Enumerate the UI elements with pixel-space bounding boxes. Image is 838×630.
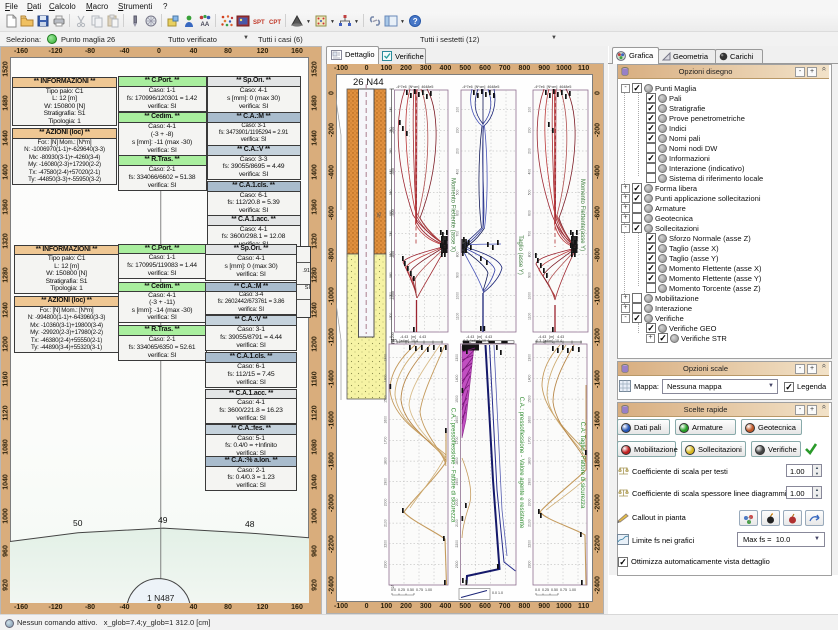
svg-text:1100: 1100	[528, 313, 532, 320]
svg-text:1800: 1800	[455, 457, 459, 465]
svg-text:100: 100	[528, 107, 532, 113]
svg-text:2000: 2000	[384, 499, 388, 507]
svg-text:700: 700	[528, 231, 532, 237]
svg-text:0.0 1.0: 0.0 1.0	[492, 591, 503, 595]
svg-text:1700: 1700	[455, 437, 459, 445]
svg-text:26 N44: 26 N44	[353, 77, 384, 88]
svg-text:1300: 1300	[384, 354, 388, 362]
svg-text:-4*7e6 [N*cm] 4648e5: -4*7e6 [N*cm] 4648e5	[462, 85, 499, 89]
svg-text:200: 200	[528, 148, 532, 154]
svg-text:400: 400	[528, 169, 532, 175]
svg-text:-0.3 [adim] 10.4: -0.3 [adim] 10.4	[391, 339, 418, 343]
svg-text:1800: 1800	[384, 457, 388, 465]
svg-text:1000: 1000	[528, 292, 532, 300]
svg-text:2100: 2100	[455, 519, 459, 527]
svg-text:1400: 1400	[528, 375, 532, 383]
svg-text:1800: 1800	[528, 457, 532, 465]
svg-text:Momento Flettente(asse Y): Momento Flettente(asse Y)	[579, 179, 585, 251]
svg-text:0.0 0.25 0.50 0.75 1.00: 0.0 0.25 0.50 0.75 1.00	[391, 588, 432, 592]
svg-text:2000: 2000	[528, 499, 532, 507]
svg-text:1700: 1700	[528, 437, 532, 445]
svg-text:1000: 1000	[389, 292, 393, 300]
svg-text:C.A: Taglio - Fattore di sicur: C.A: Taglio - Fattore di sicurezza	[579, 422, 585, 509]
svg-text:-0.3 [adim] 10.4: -0.3 [adim] 10.4	[535, 339, 562, 343]
svg-text:200: 200	[456, 148, 460, 154]
svg-text:1900: 1900	[528, 478, 532, 486]
svg-text:45: 45	[377, 212, 383, 218]
svg-text:2200: 2200	[384, 540, 388, 548]
svg-text:500: 500	[456, 189, 460, 195]
svg-text:100: 100	[456, 107, 460, 113]
svg-text:500: 500	[389, 189, 393, 195]
svg-text:2200: 2200	[528, 540, 532, 548]
svg-text:800: 800	[456, 251, 460, 257]
svg-text:1900: 1900	[384, 478, 388, 486]
svg-text:900: 900	[456, 272, 460, 278]
svg-text:1000: 1000	[456, 292, 460, 300]
svg-text:900: 900	[528, 272, 532, 278]
svg-text:C.A.: pressoflessione - Valore: C.A.: pressoflessione - Valore agente e …	[518, 397, 524, 529]
svg-text:400: 400	[456, 169, 460, 175]
svg-text:200: 200	[528, 127, 532, 133]
svg-text:600: 600	[528, 210, 532, 216]
svg-text:0.0 0.25 0.50 0.75 1.00: 0.0 0.25 0.50 0.75 1.00	[535, 588, 576, 592]
svg-text:1900: 1900	[455, 478, 459, 486]
svg-text:-0.3 [adim] 10.4: -0.3 [adim] 10.4	[462, 339, 489, 343]
svg-text:1300: 1300	[455, 354, 459, 362]
svg-text:2100: 2100	[384, 519, 388, 527]
svg-text:700: 700	[456, 231, 460, 237]
svg-text:1400: 1400	[384, 375, 388, 383]
svg-text:1300: 1300	[528, 354, 532, 362]
svg-text:400: 400	[389, 169, 393, 175]
svg-text:800: 800	[528, 251, 532, 257]
svg-text:1100: 1100	[389, 313, 393, 320]
svg-text:1400: 1400	[455, 375, 459, 383]
svg-text:2100: 2100	[528, 519, 532, 527]
svg-text:700: 700	[389, 231, 393, 237]
svg-text:200: 200	[389, 127, 393, 133]
svg-text:600: 600	[389, 210, 393, 216]
svg-text:1700: 1700	[384, 437, 388, 445]
svg-text:2200: 2200	[455, 540, 459, 548]
svg-text:800: 800	[389, 251, 393, 257]
svg-text:2000: 2000	[455, 499, 459, 507]
svg-text:100: 100	[389, 107, 393, 113]
svg-text:200: 200	[456, 127, 460, 133]
svg-text:1500: 1500	[384, 395, 388, 403]
svg-text:1600: 1600	[384, 416, 388, 424]
svg-text:200: 200	[389, 148, 393, 154]
svg-text:-4*7e6 [N*cm] 4648e5: -4*7e6 [N*cm] 4648e5	[534, 85, 571, 89]
svg-text:1500: 1500	[455, 395, 459, 403]
svg-text:2300: 2300	[528, 561, 532, 569]
svg-text:1100: 1100	[456, 313, 460, 320]
svg-text:Taglio (asse Y): Taglio (asse Y)	[517, 235, 523, 275]
svg-text:1600: 1600	[455, 416, 459, 424]
svg-text:2300: 2300	[455, 561, 459, 569]
svg-text:500: 500	[528, 189, 532, 195]
svg-text:1500: 1500	[528, 395, 532, 403]
svg-text:600: 600	[456, 210, 460, 216]
svg-text:1600: 1600	[528, 416, 532, 424]
svg-text:900: 900	[389, 272, 393, 278]
svg-text:2300: 2300	[384, 561, 388, 569]
svg-text:-4*7e6 [N*cm] 4648e5: -4*7e6 [N*cm] 4648e5	[396, 85, 433, 89]
